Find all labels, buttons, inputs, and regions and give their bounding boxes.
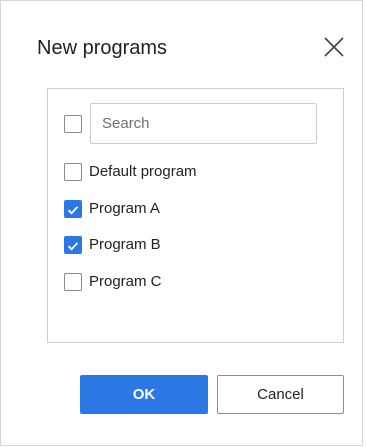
search-input[interactable] [91,104,316,143]
search-field [90,103,317,144]
cancel-button[interactable]: Cancel [217,375,344,414]
dialog-title: New programs [37,37,168,59]
list-item-label: Program C [89,273,162,290]
list-item-label: Program A [89,200,160,217]
select-all-checkbox[interactable] [64,115,82,133]
checkbox-program-a[interactable] [64,200,82,218]
close-icon [321,34,347,60]
list-item-label: Default program [89,163,197,180]
checkbox-program-c[interactable] [64,273,82,291]
list-item-label: Program B [89,236,161,253]
new-programs-dialog: New programs Default program Program A P… [0,0,363,446]
program-list-panel: Default program Program A Program B Prog… [47,88,344,343]
checkmark-icon [67,239,79,257]
close-button[interactable] [321,34,347,60]
checkbox-default-program[interactable] [64,163,82,181]
checkbox-program-b[interactable] [64,236,82,254]
checkmark-icon [67,203,79,221]
ok-button[interactable]: OK [80,375,208,414]
